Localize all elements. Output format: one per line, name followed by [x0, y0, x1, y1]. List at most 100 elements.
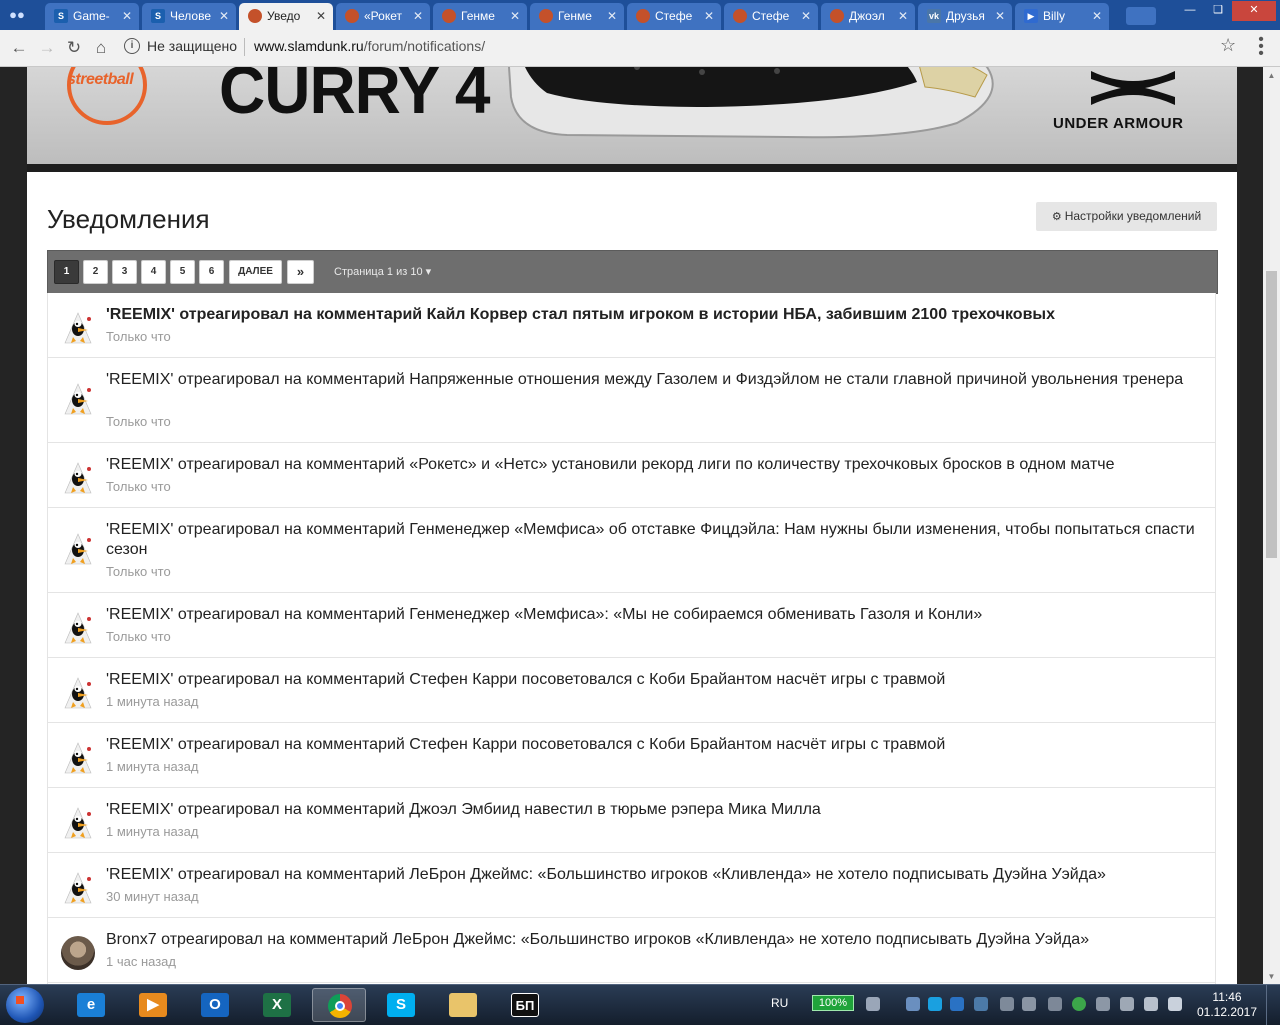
tab-2[interactable]: Уведо ✕ — [239, 3, 333, 30]
pagination-page-2[interactable]: 2 — [83, 260, 108, 284]
tray-outlook-icon[interactable] — [950, 997, 964, 1011]
notification-text[interactable]: 'REEMIX' отреагировал на комментарий Сте… — [106, 670, 1206, 690]
notification-settings-button[interactable]: ⚙ Настройки уведомлений — [1036, 202, 1217, 231]
notification-item[interactable]: 'REEMIX' отреагировал на комментарий Кай… — [47, 293, 1216, 358]
user-avatar[interactable] — [61, 806, 95, 840]
language-indicator[interactable]: RU — [771, 996, 788, 1010]
tray-signal-icon[interactable] — [1144, 997, 1158, 1011]
user-avatar[interactable] — [61, 871, 95, 905]
show-desktop-button[interactable] — [1266, 985, 1280, 1025]
tab-8[interactable]: Джоэл ✕ — [821, 3, 915, 30]
close-tab-icon[interactable]: ✕ — [122, 3, 132, 29]
notification-text[interactable]: 'REEMIX' отреагировал на комментарий ЛеБ… — [106, 865, 1206, 885]
tray-skype-icon[interactable] — [928, 997, 942, 1011]
browser-menu-icon[interactable]: • • • — [1256, 32, 1266, 62]
pagination-last-button[interactable]: » — [287, 260, 314, 284]
close-tab-icon[interactable]: ✕ — [1092, 3, 1102, 29]
tab-0[interactable]: S Game- ✕ — [45, 3, 139, 30]
close-tab-icon[interactable]: ✕ — [413, 3, 423, 29]
user-avatar[interactable] — [61, 532, 95, 566]
taskbar-app-media-player[interactable]: ▶ — [126, 988, 180, 1022]
notification-item[interactable]: 'REEMIX' отреагировал на комментарий Ген… — [47, 508, 1216, 593]
notification-text[interactable]: 'REEMIX' отреагировал на комментарий Джо… — [106, 800, 1206, 820]
page-scrollbar[interactable]: ▲ ▼ — [1263, 67, 1280, 985]
notification-text[interactable]: 'REEMIX' отреагировал на комментарий Нап… — [106, 370, 1206, 390]
tray-flag-icon[interactable] — [1120, 997, 1134, 1011]
start-button[interactable] — [6, 987, 44, 1023]
notification-text[interactable]: Bronx7 отреагировал на комментарий ЛеБро… — [106, 930, 1206, 950]
taskbar-app-bp4[interactable]: БП — [498, 988, 552, 1022]
tab-5[interactable]: Генме ✕ — [530, 3, 624, 30]
battery-indicator[interactable]: 100% — [812, 995, 854, 1011]
tray-icon[interactable] — [866, 997, 880, 1011]
tray-vk-icon[interactable] — [974, 997, 988, 1011]
user-avatar[interactable] — [61, 936, 95, 970]
tab-3[interactable]: «Рокет ✕ — [336, 3, 430, 30]
close-window-icon[interactable]: ✕ — [1232, 1, 1276, 21]
notification-text[interactable]: 'REEMIX' отреагировал на комментарий Кай… — [106, 305, 1206, 325]
maximize-icon[interactable]: ❑ — [1204, 1, 1232, 21]
scroll-up-icon[interactable]: ▲ — [1263, 67, 1280, 84]
home-icon[interactable]: ⌂ — [90, 37, 112, 59]
notification-text[interactable]: 'REEMIX' отреагировал на комментарий Ген… — [106, 520, 1206, 560]
tray-icon[interactable] — [1096, 997, 1110, 1011]
pagination-page-1[interactable]: 1 — [54, 260, 79, 284]
close-tab-icon[interactable]: ✕ — [316, 3, 326, 29]
notification-text[interactable]: 'REEMIX' отреагировал на комментарий Ген… — [106, 605, 1206, 625]
user-avatar[interactable] — [61, 611, 95, 645]
tab-4[interactable]: Генме ✕ — [433, 3, 527, 30]
pagination-page-3[interactable]: 3 — [112, 260, 137, 284]
tab-6[interactable]: Стефе ✕ — [627, 3, 721, 30]
tab-9[interactable]: vk Друзья ✕ — [918, 3, 1012, 30]
close-tab-icon[interactable]: ✕ — [510, 3, 520, 29]
pagination-page-5[interactable]: 5 — [170, 260, 195, 284]
close-tab-icon[interactable]: ✕ — [219, 3, 229, 29]
new-tab-button[interactable] — [1126, 7, 1156, 25]
taskbar-app-chrome[interactable] — [312, 988, 366, 1022]
pagination-info-dropdown[interactable]: Страница 1 из 10 ▾ — [334, 265, 431, 278]
pagination-page-4[interactable]: 4 — [141, 260, 166, 284]
tray-icon[interactable] — [1000, 997, 1014, 1011]
user-avatar[interactable] — [61, 741, 95, 775]
tab-10[interactable]: ▶ Billy ✕ — [1015, 3, 1109, 30]
minimize-icon[interactable]: — — [1176, 1, 1204, 21]
back-arrow-icon[interactable]: ← — [8, 37, 30, 59]
security-label[interactable]: Не защищено — [147, 38, 237, 54]
notification-text[interactable]: 'REEMIX' отреагировал на комментарий «Ро… — [106, 455, 1206, 475]
tray-icon[interactable] — [1022, 997, 1036, 1011]
tray-update-icon[interactable] — [1072, 997, 1086, 1011]
notification-item[interactable]: 'REEMIX' отреагировал на комментарий Джо… — [47, 788, 1216, 853]
url-text[interactable]: www.slamdunk.ru/forum/notifications/ — [254, 38, 485, 54]
scrollbar-thumb[interactable] — [1266, 271, 1277, 558]
taskbar-app-excel[interactable]: X — [250, 988, 304, 1022]
tray-network-users-icon[interactable] — [906, 997, 920, 1011]
notification-item[interactable]: Bronx7 отреагировал на комментарий ЛеБро… — [47, 918, 1216, 983]
tray-volume-icon[interactable] — [1168, 997, 1182, 1011]
system-clock[interactable]: 11:46 01.12.2017 — [1196, 990, 1258, 1020]
pagination-next-button[interactable]: ДАЛЕЕ — [229, 260, 282, 284]
tab-1[interactable]: S Челове ✕ — [142, 3, 236, 30]
forward-arrow-icon[interactable]: → — [36, 37, 58, 59]
close-tab-icon[interactable]: ✕ — [607, 3, 617, 29]
reload-icon[interactable]: ↻ — [63, 37, 85, 59]
taskbar-app-skype[interactable]: S — [374, 988, 428, 1022]
scroll-down-icon[interactable]: ▼ — [1263, 968, 1280, 985]
omnibox[interactable]: i Не защищено www.slamdunk.ru/forum/noti… — [120, 34, 1248, 60]
notification-item[interactable]: 'REEMIX' отреагировал на комментарий Сте… — [47, 723, 1216, 788]
notification-item[interactable]: 'REEMIX' отреагировал на комментарий Ген… — [47, 593, 1216, 658]
close-tab-icon[interactable]: ✕ — [995, 3, 1005, 29]
ad-banner[interactable]: streetball CURRY 4 UNDER ARMOUR — [27, 67, 1237, 164]
user-avatar[interactable] — [61, 676, 95, 710]
notification-item[interactable]: 'REEMIX' отреагировал на комментарий Нап… — [47, 358, 1216, 443]
info-icon[interactable]: i — [124, 38, 140, 54]
notification-item[interactable]: 'REEMIX' отреагировал на комментарий Сте… — [47, 658, 1216, 723]
notification-text[interactable]: 'REEMIX' отреагировал на комментарий Сте… — [106, 735, 1206, 755]
user-avatar[interactable] — [61, 382, 95, 416]
pagination-page-6[interactable]: 6 — [199, 260, 224, 284]
taskbar-app-explorer[interactable] — [436, 988, 490, 1022]
user-avatar[interactable] — [61, 311, 95, 345]
bookmark-star-icon[interactable]: ☆ — [1220, 35, 1236, 56]
close-tab-icon[interactable]: ✕ — [801, 3, 811, 29]
notification-item[interactable]: 'REEMIX' отреагировал на комментарий «Ро… — [47, 443, 1216, 508]
close-tab-icon[interactable]: ✕ — [704, 3, 714, 29]
